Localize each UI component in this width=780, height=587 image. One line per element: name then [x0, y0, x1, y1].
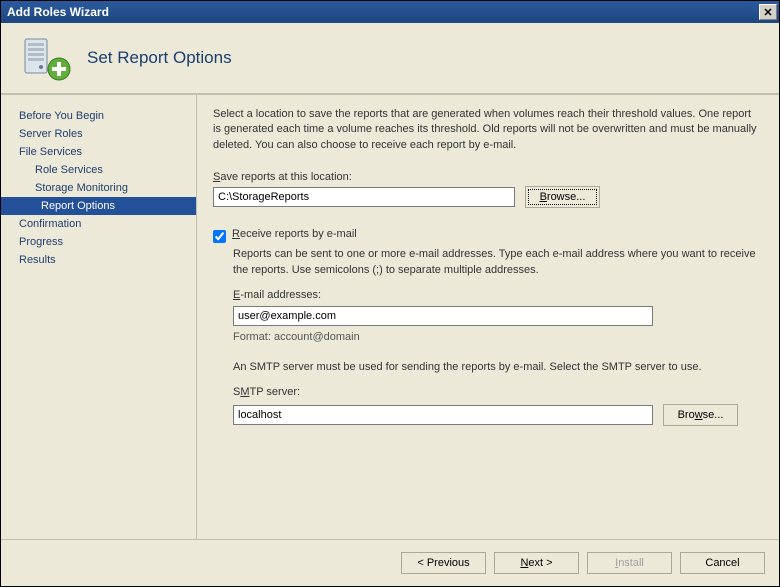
close-icon[interactable]: ✕: [759, 4, 777, 20]
smtp-label: SMTP server:: [233, 385, 759, 400]
wizard-nav: Before You BeginServer RolesFile Service…: [1, 95, 196, 539]
nav-item-file-services[interactable]: File Services: [1, 143, 196, 161]
wizard-body: Before You BeginServer RolesFile Service…: [1, 95, 779, 539]
save-location-label: Save reports at this location:: [213, 171, 759, 183]
smtp-input[interactable]: [233, 405, 653, 425]
email-label: E-mail addresses:: [233, 288, 759, 303]
nav-item-role-services[interactable]: Role Services: [1, 161, 196, 179]
wizard-content: Select a location to save the reports th…: [197, 95, 779, 539]
nav-item-server-roles[interactable]: Server Roles: [1, 125, 196, 143]
titlebar: Add Roles Wizard ✕: [1, 1, 779, 23]
email-input[interactable]: [233, 306, 653, 326]
save-location-input[interactable]: [213, 187, 515, 207]
nav-item-results[interactable]: Results: [1, 251, 196, 269]
nav-item-before-you-begin[interactable]: Before You Begin: [1, 107, 196, 125]
window-title: Add Roles Wizard: [7, 5, 759, 19]
smtp-desc: An SMTP server must be used for sending …: [233, 360, 759, 375]
page-title: Set Report Options: [87, 48, 232, 68]
browse-smtp-button[interactable]: Browse...: [663, 404, 738, 426]
browse-save-button[interactable]: Browse...: [525, 186, 600, 208]
receive-email-label: Receive reports by e-mail: [232, 228, 357, 240]
cancel-button[interactable]: Cancel: [680, 552, 765, 574]
install-button: Install: [587, 552, 672, 574]
previous-button[interactable]: < Previous: [401, 552, 486, 574]
next-button[interactable]: Next >: [494, 552, 579, 574]
nav-item-progress[interactable]: Progress: [1, 233, 196, 251]
nav-item-storage-monitoring[interactable]: Storage Monitoring: [1, 179, 196, 197]
wizard-window: Add Roles Wizard ✕ Set Report Options Be…: [0, 0, 780, 587]
nav-item-confirmation[interactable]: Confirmation: [1, 215, 196, 233]
nav-item-report-options[interactable]: Report Options: [1, 197, 196, 215]
format-hint: Format: account@domain: [233, 330, 759, 345]
description-text: Select a location to save the reports th…: [213, 107, 759, 153]
receive-email-checkbox[interactable]: [213, 230, 226, 243]
wizard-header: Set Report Options: [1, 23, 779, 95]
server-wizard-icon: [21, 33, 71, 83]
receive-desc: Reports can be sent to one or more e-mai…: [233, 247, 759, 278]
wizard-footer: < Previous Next > Install Cancel: [1, 539, 779, 586]
